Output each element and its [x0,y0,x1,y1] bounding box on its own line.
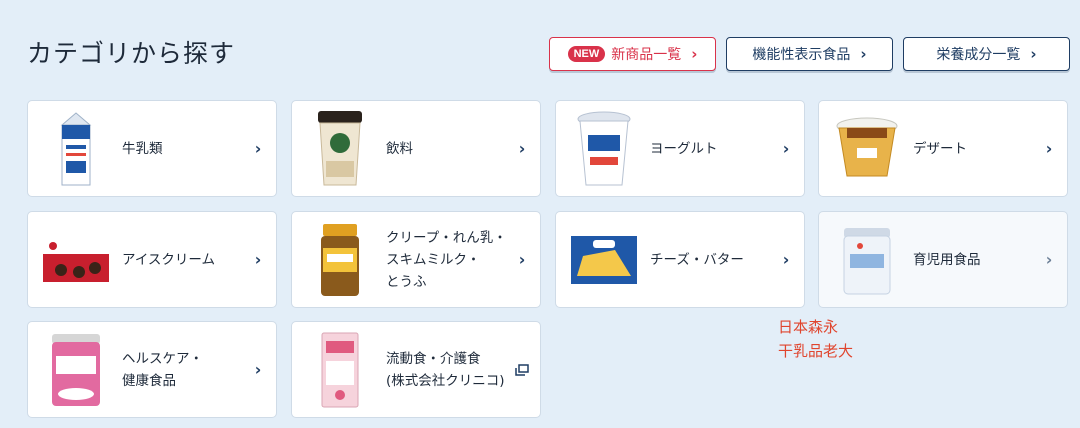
category-label: 流動食・介護食 (株式会社クリニコ) [386,350,505,389]
category-label: ヘルスケア・ 健康食品 [122,350,203,389]
chevron-right-icon: › [1045,250,1053,269]
new-products-button[interactable]: NEW 新商品一覧 › [549,37,716,71]
chevron-right-icon: › [782,250,790,269]
nutrition-list-button[interactable]: 栄養成分一覧 › [903,37,1070,71]
functional-foods-button[interactable]: 機能性表示食品 › [726,37,893,71]
category-card-dessert[interactable]: デザート › [818,100,1068,197]
creamer-jar-icon [304,217,376,303]
page-title: カテゴリから探す [27,39,236,68]
supplement-can-icon [40,327,112,413]
category-card-liquid-food[interactable]: 流動食・介護食 (株式会社クリニコ) [291,321,541,418]
category-label: 育児用食品 [913,251,981,268]
category-label: 牛乳類 [122,140,163,157]
category-label: アイスクリーム [122,251,216,268]
nutrition-list-label: 栄養成分一覧 [936,47,1021,63]
category-card-ice-cream[interactable]: アイスクリーム › [27,211,277,308]
chevron-right-icon: › [254,139,262,158]
category-card-creap[interactable]: クリープ・れん乳・ スキムミルク・ とうふ › [291,211,541,308]
yogurt-cup-icon [568,106,640,192]
category-label: ヨーグルト [650,140,718,157]
category-label: 飲料 [386,140,413,157]
external-link-icon [510,363,534,376]
pudding-cup-icon [831,106,903,192]
functional-foods-label: 機能性表示食品 [752,47,851,63]
category-label: クリープ・れん乳・ スキムミルク・ とうふ [386,229,507,290]
chevron-right-icon: › [782,139,790,158]
chevron-right-icon: › [518,250,526,269]
chevron-right-icon: › [518,139,526,158]
new-products-label: 新商品一覧 [611,47,682,63]
formula-can-icon [831,217,903,303]
cheese-pack-icon [568,217,640,303]
category-card-yogurt[interactable]: ヨーグルト › [555,100,805,197]
chevron-right-icon: › [1030,45,1037,63]
category-card-healthcare[interactable]: ヘルスケア・ 健康食品 › [27,321,277,418]
milk-carton-icon [40,106,112,192]
category-card-cheese-butter[interactable]: チーズ・バター › [555,211,805,308]
drink-carton-icon [304,327,376,413]
chevron-right-icon: › [860,45,867,63]
ice-cream-box-icon [40,217,112,303]
category-label: チーズ・バター [650,251,744,268]
chevron-right-icon: › [254,250,262,269]
category-card-milk[interactable]: 牛乳類 › [27,100,277,197]
category-card-baby-food[interactable]: 育児用食品 › [818,211,1068,308]
annotation-text: 日本森永 干乳品老大 [778,318,854,360]
cup-drink-icon [304,106,376,192]
chevron-right-icon: › [1045,139,1053,158]
chevron-right-icon: › [691,45,698,63]
new-badge: NEW [567,46,606,62]
category-label: デザート [913,140,967,157]
category-card-drinks[interactable]: 飲料 › [291,100,541,197]
chevron-right-icon: › [254,360,262,379]
